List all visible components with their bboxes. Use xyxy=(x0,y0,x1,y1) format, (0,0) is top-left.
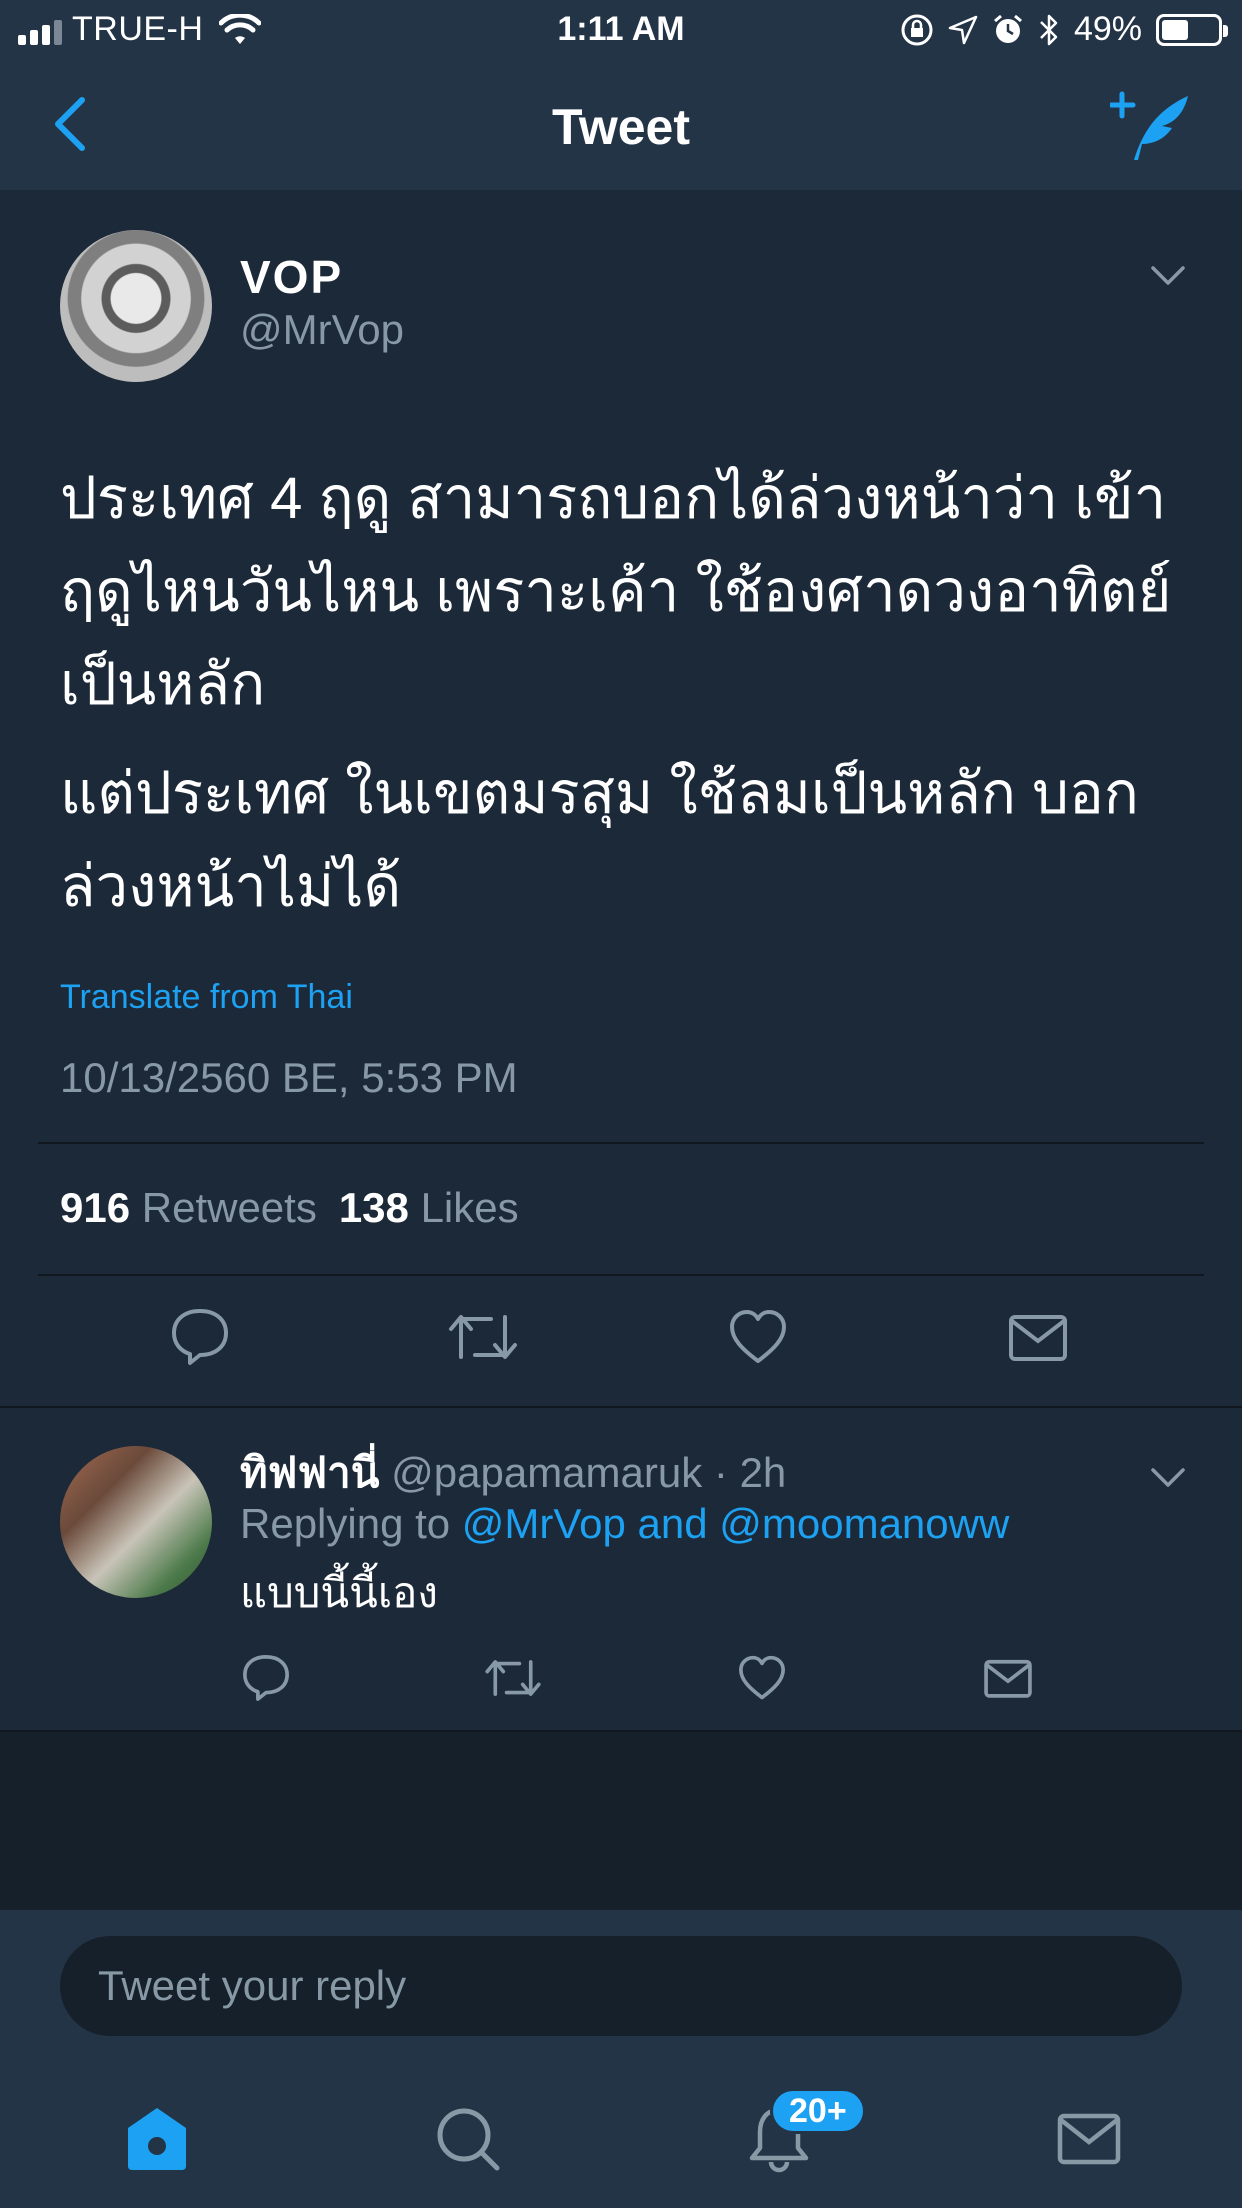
tweet-text: ประเทศ 4 ฤดู สามารถบอกได้ล่วงหน้าว่า เข้… xyxy=(60,452,1190,933)
chevron-down-icon[interactable] xyxy=(1150,1466,1186,1490)
like-icon[interactable] xyxy=(736,1652,788,1704)
notifications-badge: 20+ xyxy=(770,2088,866,2134)
location-arrow-icon xyxy=(948,15,978,44)
reply-input[interactable] xyxy=(60,1936,1182,2036)
replying-to-user-2[interactable]: @moomanoww xyxy=(719,1500,1009,1547)
tweet-actions xyxy=(0,1305,1242,1385)
page-title: Tweet xyxy=(552,99,690,155)
direct-message-icon[interactable] xyxy=(982,1652,1034,1704)
reply-tweet[interactable]: ทิฟฟานี่ @papamamaruk · 2h Replying to @… xyxy=(0,1406,1242,1732)
replying-to: Replying to @MrVop and @moomanoww xyxy=(240,1500,1009,1548)
author-name[interactable]: VOP xyxy=(240,250,343,304)
replying-to-user-1[interactable]: @MrVop xyxy=(462,1500,626,1547)
tweet-detail: VOP @MrVop ประเทศ 4 ฤดู สามารถบอกได้ล่วง… xyxy=(0,190,1242,1406)
avatar[interactable] xyxy=(60,1446,212,1598)
orientation-lock-icon xyxy=(901,14,933,45)
divider xyxy=(38,1142,1204,1144)
status-bar: TRUE-H 1:11 AM 49% xyxy=(0,0,1242,62)
author-handle[interactable]: @MrVop xyxy=(240,306,404,354)
retweet-icon[interactable] xyxy=(447,1305,519,1369)
avatar[interactable] xyxy=(60,230,212,382)
tweet-stats: 916 Retweets 138 Likes xyxy=(60,1184,519,1232)
nav-bar: Tweet xyxy=(0,62,1242,190)
alarm-icon xyxy=(993,14,1022,43)
status-right: 49% xyxy=(900,10,1228,49)
reply-header: ทิฟฟานี่ @papamamaruk · 2h xyxy=(240,1440,786,1506)
retweet-icon[interactable] xyxy=(484,1652,542,1704)
replying-prefix: Replying to xyxy=(240,1500,451,1547)
tweet-paragraph: ประเทศ 4 ฤดู สามารถบอกได้ล่วงหน้าว่า เข้… xyxy=(60,466,1172,717)
top-bar: TRUE-H 1:11 AM 49% Tweet xyxy=(0,0,1242,190)
translate-link[interactable]: Translate from Thai xyxy=(60,978,353,1017)
search-icon[interactable] xyxy=(433,2104,503,2174)
reply-age: 2h xyxy=(739,1449,787,1496)
chevron-down-icon[interactable] xyxy=(1150,264,1186,288)
reply-icon[interactable] xyxy=(240,1652,292,1704)
meta-separator: · xyxy=(713,1449,728,1496)
reply-composer-bar xyxy=(0,1910,1242,2050)
like-icon[interactable] xyxy=(726,1305,790,1369)
reply-author-name[interactable]: ทิฟฟานี่ xyxy=(240,1449,379,1496)
divider xyxy=(38,1274,1204,1276)
direct-message-icon[interactable] xyxy=(1006,1305,1070,1369)
retweets-stat[interactable]: 916 Retweets xyxy=(60,1184,317,1231)
compose-tweet-icon[interactable] xyxy=(1110,90,1192,162)
tweet-paragraph: แต่ประเทศ ในเขตมรสุม ใช้ลมเป็นหลัก บอกล่… xyxy=(60,761,1139,919)
reply-icon[interactable] xyxy=(168,1305,232,1369)
battery-icon xyxy=(1156,13,1228,46)
reply-text: แบบนี้นี้เอง xyxy=(240,1569,438,1616)
likes-stat[interactable]: 138 Likes xyxy=(339,1184,519,1231)
bluetooth-icon xyxy=(1040,14,1058,45)
home-icon[interactable] xyxy=(122,2104,192,2174)
tab-bar xyxy=(0,2050,1242,2208)
messages-icon[interactable] xyxy=(1054,2104,1124,2174)
reply-author-handle[interactable]: @papamamaruk xyxy=(391,1449,702,1496)
replying-and: and xyxy=(637,1500,708,1547)
tweet-timestamp: 10/13/2560 BE, 5:53 PM xyxy=(60,1054,518,1101)
battery-percent: 49% xyxy=(1073,10,1142,48)
